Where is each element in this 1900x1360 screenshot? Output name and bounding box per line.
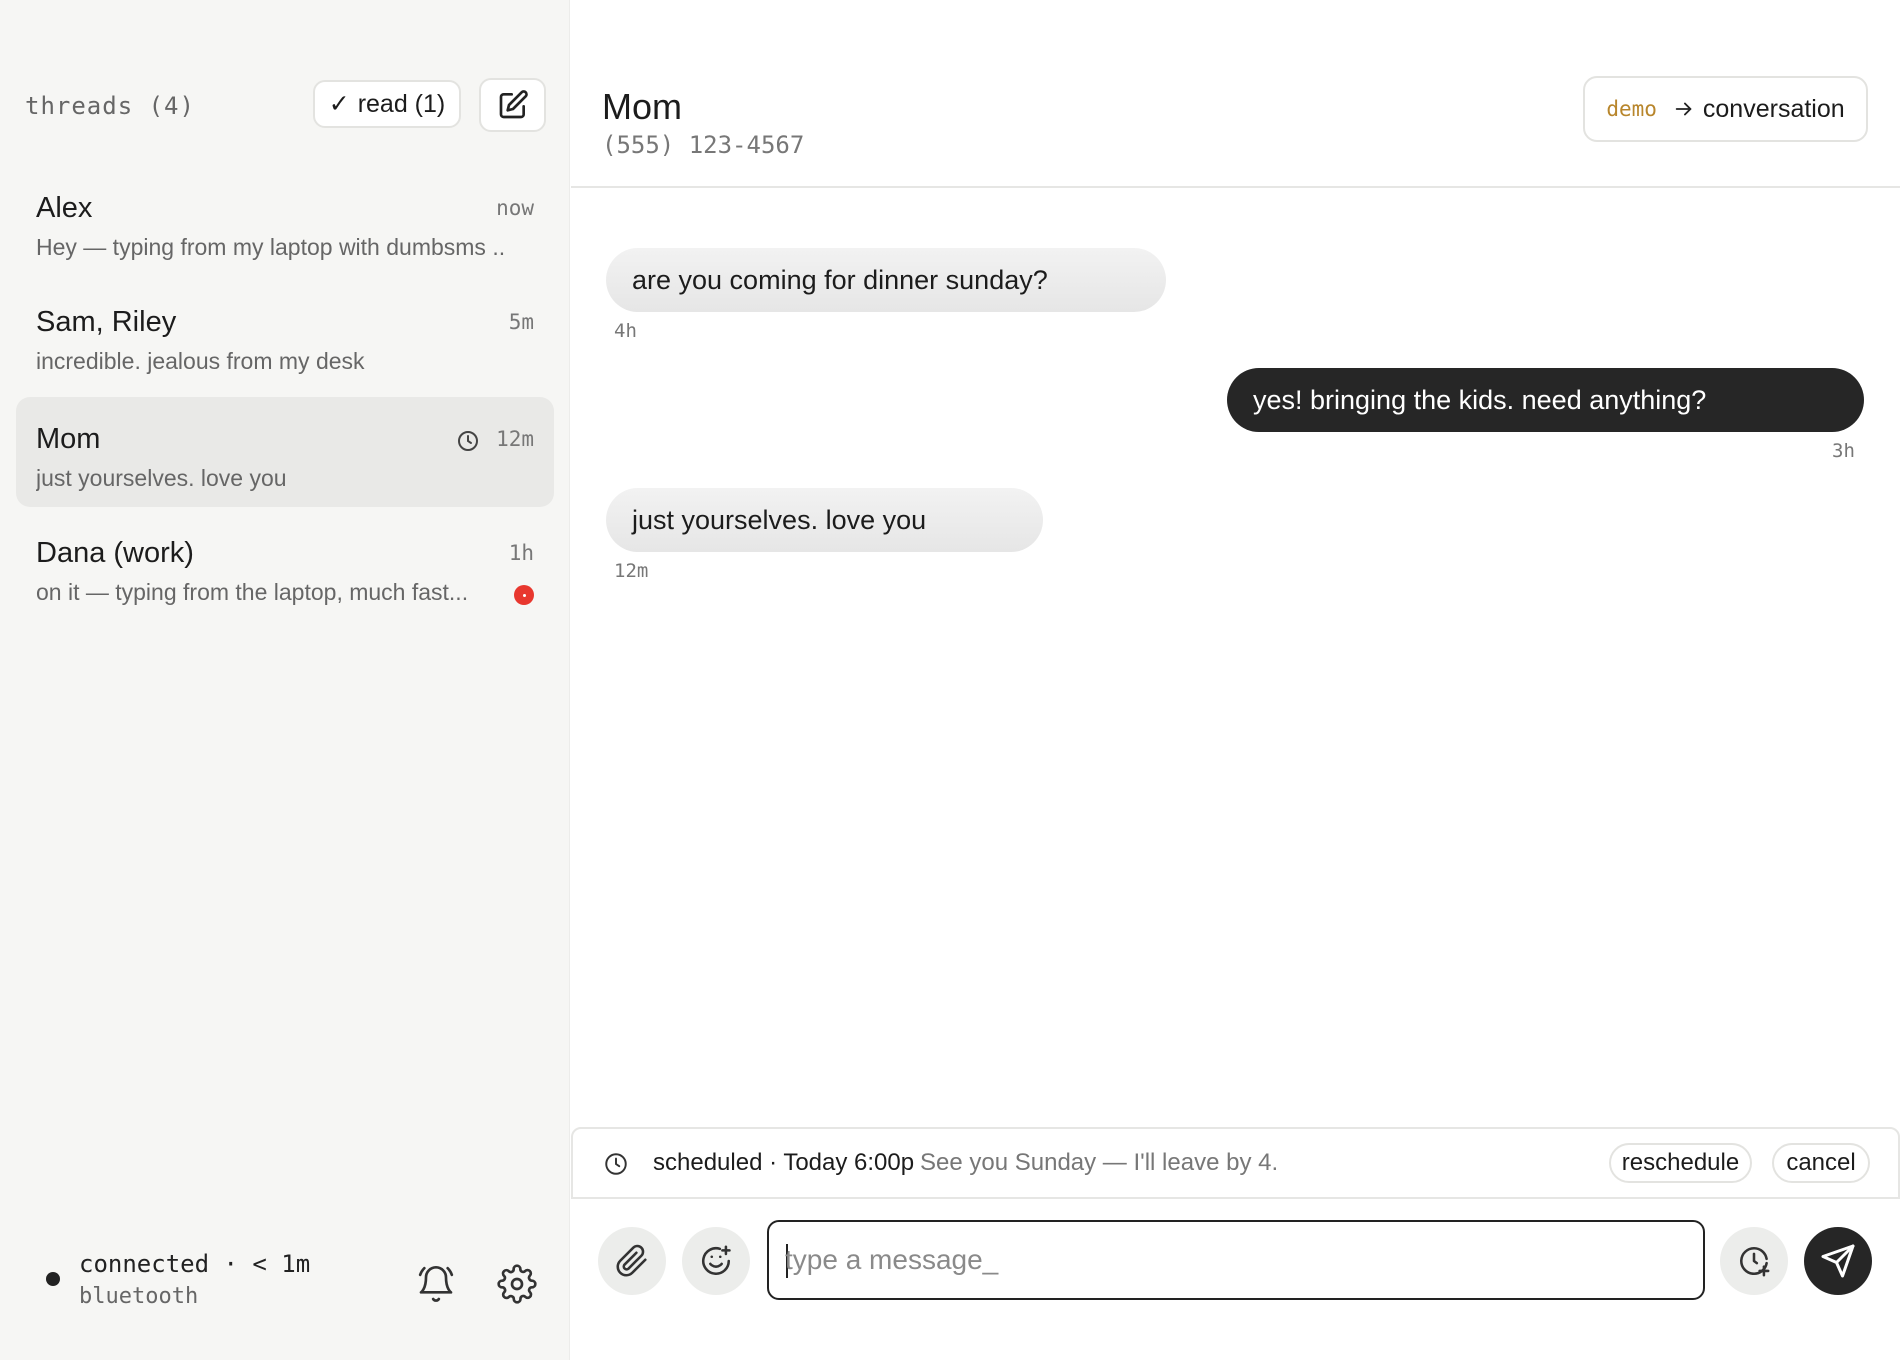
clock-icon xyxy=(603,1151,629,1177)
thread-name: Dana (work) xyxy=(36,537,194,569)
thread-name: Sam, Riley xyxy=(36,306,177,338)
message-input-wrap xyxy=(767,1220,1705,1300)
thread-item-sam-riley[interactable]: Sam, Riley 5m incredible. jealous from m… xyxy=(16,280,554,390)
demo-tag: demo xyxy=(1606,97,1657,121)
thread-preview: just yourselves. love you xyxy=(36,465,287,491)
scheduled-clock-icon xyxy=(456,429,480,453)
contact-name: Mom xyxy=(602,86,682,127)
thread-time: 1h xyxy=(508,541,534,565)
clock-plus-icon xyxy=(1737,1244,1771,1278)
compose-icon xyxy=(497,89,529,121)
message-bubble-incoming: are you coming for dinner sunday? xyxy=(606,248,1166,312)
connection-text: connected · < 1m xyxy=(79,1250,311,1278)
scheduled-time: scheduled · Today 6:00p xyxy=(653,1149,915,1176)
thread-item-dana-work[interactable]: Dana (work) 1h on it — typing from the l… xyxy=(16,511,554,621)
demo-conversation-button[interactable]: demo conversation xyxy=(1583,76,1868,142)
reschedule-button[interactable]: reschedule xyxy=(1609,1143,1752,1183)
attach-button[interactable] xyxy=(598,1227,666,1295)
arrow-right-icon xyxy=(1673,98,1695,120)
threads-title: threads (4) xyxy=(25,92,195,120)
conversation-header: Mom (555) 123-4567 demo conversation xyxy=(571,0,1900,188)
thread-item-alex[interactable]: Alex now Hey — typing from my laptop wit… xyxy=(16,166,554,276)
paperclip-icon xyxy=(615,1244,649,1278)
mark-read-button[interactable]: ✓ read (1) xyxy=(313,80,461,128)
unread-badge xyxy=(514,585,534,605)
mark-read-label: read (1) xyxy=(357,89,446,118)
compose-button[interactable] xyxy=(479,78,546,132)
thread-name: Alex xyxy=(36,192,93,224)
thread-name: Mom xyxy=(36,423,101,455)
schedule-send-button[interactable] xyxy=(1720,1227,1788,1295)
thread-item-mom[interactable]: Mom 12m just yourselves. love you xyxy=(16,397,554,507)
thread-time: now xyxy=(496,196,534,220)
connection-status: connected · < 1m bluetooth xyxy=(0,1240,570,1320)
message-time: 12m xyxy=(614,560,649,582)
notifications-button[interactable] xyxy=(416,1264,456,1304)
thread-time: 12m xyxy=(496,427,534,451)
gear-icon xyxy=(497,1264,537,1304)
check-icon: ✓ xyxy=(328,90,350,118)
send-button[interactable] xyxy=(1804,1227,1872,1295)
connection-dot xyxy=(46,1272,60,1286)
emoji-add-icon xyxy=(699,1244,733,1278)
message-time: 3h xyxy=(1832,440,1855,462)
contact-phone: (555) 123-4567 xyxy=(602,131,805,159)
thread-preview: incredible. jealous from my desk xyxy=(36,348,365,374)
sidebar-header: threads (4) ✓ read (1) xyxy=(0,78,570,132)
send-icon xyxy=(1820,1243,1856,1279)
settings-button[interactable] xyxy=(497,1264,537,1304)
composer xyxy=(571,1199,1900,1360)
cancel-scheduled-button[interactable]: cancel xyxy=(1772,1143,1870,1183)
sidebar: threads (4) ✓ read (1) Alex now Hey — ty… xyxy=(0,0,570,1360)
connection-transport: bluetooth xyxy=(79,1284,199,1309)
demo-button-label: conversation xyxy=(1702,94,1845,123)
thread-preview: on it — typing from the laptop, much fas… xyxy=(36,579,469,605)
thread-time: 5m xyxy=(508,310,534,334)
message-input[interactable] xyxy=(785,1222,1685,1298)
emoji-button[interactable] xyxy=(682,1227,750,1295)
scheduled-message-bar: scheduled · Today 6:00p See you Sunday —… xyxy=(571,1127,1900,1199)
message-bubble-incoming: just yourselves. love you xyxy=(606,488,1043,552)
scheduled-text: See you Sunday — I'll leave by 4. xyxy=(920,1149,1279,1176)
thread-preview: Hey — typing from my laptop with dumbsms… xyxy=(36,234,506,260)
demo-button-label-wrap: conversation xyxy=(1673,95,1845,124)
bell-icon xyxy=(416,1264,456,1304)
message-bubble-outgoing: yes! bringing the kids. need anything? xyxy=(1227,368,1864,432)
conversation-pane: Mom (555) 123-4567 demo conversation are… xyxy=(571,0,1900,1360)
message-time: 4h xyxy=(614,320,637,342)
